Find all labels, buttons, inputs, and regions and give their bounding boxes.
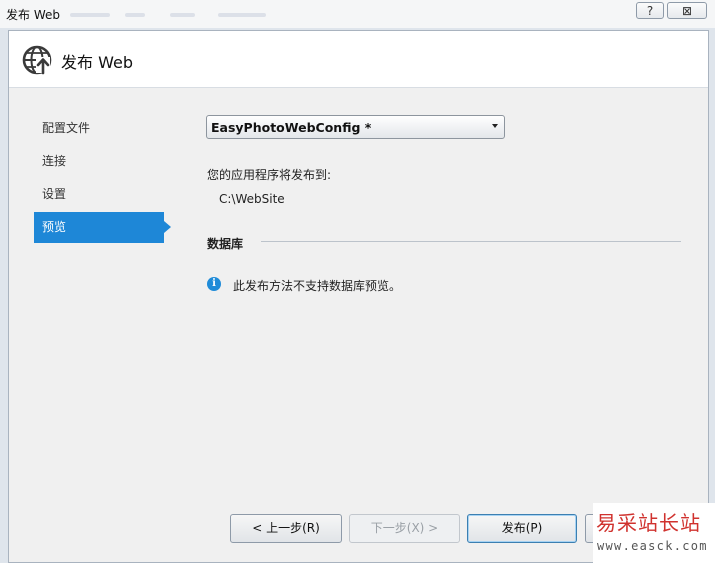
sidebar-item-settings[interactable]: 设置 xyxy=(34,179,164,210)
background-blur xyxy=(125,13,145,17)
page-title: 发布 Web xyxy=(61,53,133,72)
publish-dialog: 发布 Web 配置文件 连接 设置 预览 EasyPhotoWebConfig … xyxy=(8,30,709,563)
sidebar-item-connection[interactable]: 连接 xyxy=(34,146,164,177)
watermark-text: 易采站长站 xyxy=(596,511,701,535)
window-title: 发布 Web xyxy=(6,8,60,22)
publish-target-label: 您的应用程序将发布到: xyxy=(207,168,332,182)
sidebar-item-profile[interactable]: 配置文件 xyxy=(34,113,164,144)
database-info-text: 此发布方法不支持数据库预览。 xyxy=(233,279,402,293)
close-button[interactable]: ⊠ xyxy=(667,2,707,19)
background-blur xyxy=(218,13,266,17)
profile-dropdown[interactable]: EasyPhotoWebConfig * xyxy=(206,115,505,139)
info-icon: i xyxy=(207,277,221,291)
publish-path: C:\WebSite xyxy=(219,192,285,206)
database-section-title: 数据库 xyxy=(207,237,244,251)
dialog-header: 发布 Web xyxy=(9,31,708,88)
globe-publish-icon xyxy=(22,45,52,75)
help-button[interactable]: ? xyxy=(636,2,664,19)
window-titlebar: 发布 Web ? ⊠ xyxy=(0,0,715,28)
sidebar-item-preview[interactable]: 预览 xyxy=(34,212,171,243)
publish-button[interactable]: 发布(P) xyxy=(467,514,577,543)
background-blur xyxy=(70,13,110,17)
profile-dropdown-value: EasyPhotoWebConfig * xyxy=(211,120,372,135)
watermark: 易采站长站 www.easck.com xyxy=(593,503,715,563)
background-blur xyxy=(170,13,195,17)
next-button[interactable]: 下一步(X) > xyxy=(349,514,460,543)
watermark-url: www.easck.com xyxy=(597,539,708,553)
chevron-down-icon xyxy=(492,124,498,128)
section-divider xyxy=(261,241,681,242)
previous-button[interactable]: < 上一步(R) xyxy=(230,514,342,543)
